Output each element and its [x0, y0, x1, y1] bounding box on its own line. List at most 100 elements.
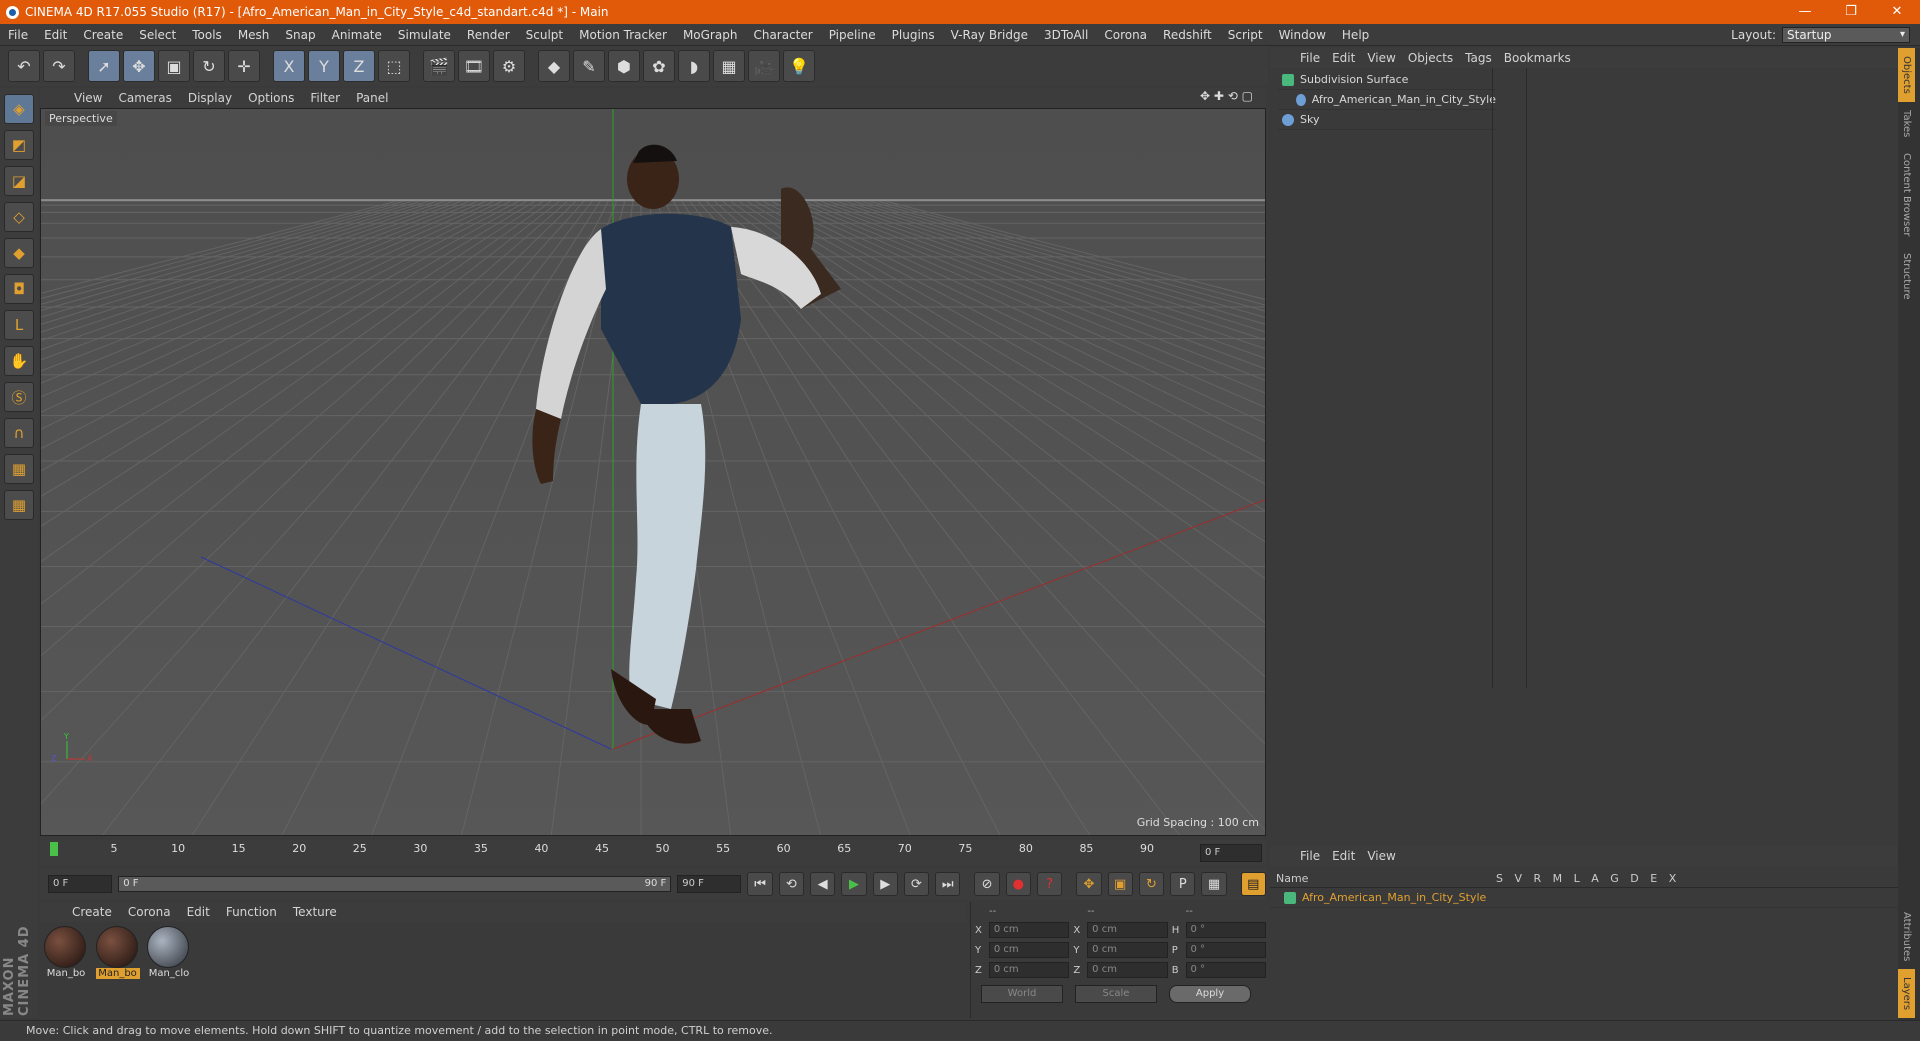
- viewport-nav-icons[interactable]: ✥ ✚ ⟲ ▢: [1200, 89, 1253, 103]
- axis-tool-button[interactable]: ✛: [228, 50, 260, 82]
- next-frame-button[interactable]: ▶: [872, 872, 898, 896]
- menu-file[interactable]: File: [0, 28, 36, 42]
- cube-object-button[interactable]: ◆: [538, 50, 570, 82]
- tab-attributes[interactable]: Attributes: [1898, 904, 1915, 969]
- object-menu-objects[interactable]: Objects: [1402, 51, 1459, 65]
- object-menu-view[interactable]: View: [1361, 51, 1401, 65]
- material-item[interactable]: Man_bo: [95, 926, 140, 979]
- menu-script[interactable]: Script: [1220, 28, 1271, 42]
- viewport-menu-filter[interactable]: Filter: [302, 91, 348, 105]
- object-menu-bookmarks[interactable]: Bookmarks: [1498, 51, 1577, 65]
- left-tool-button-11[interactable]: ▦: [4, 490, 34, 520]
- autokey-button[interactable]: ?: [1036, 872, 1063, 896]
- tab-layers[interactable]: Layers: [1898, 968, 1915, 1018]
- x-axis-lock-button[interactable]: X: [273, 50, 305, 82]
- select-tool-button[interactable]: ➚: [88, 50, 120, 82]
- layer-menu-view[interactable]: View: [1361, 849, 1401, 863]
- menu-redshift[interactable]: Redshift: [1155, 28, 1220, 42]
- timeline-window-button[interactable]: ▤: [1240, 872, 1266, 896]
- current-frame-field[interactable]: 0 F: [1200, 844, 1262, 862]
- material-menu-function[interactable]: Function: [218, 905, 285, 919]
- start-frame-field[interactable]: 0 F: [48, 875, 113, 893]
- left-tool-button-10[interactable]: ▦: [4, 454, 34, 484]
- tab-objects[interactable]: Objects: [1898, 48, 1915, 102]
- menu-sculpt[interactable]: Sculpt: [518, 28, 571, 42]
- cloner-button[interactable]: ✿: [643, 50, 675, 82]
- key-position-button[interactable]: ✥: [1076, 872, 1102, 896]
- move-tool-button[interactable]: ✥: [123, 50, 155, 82]
- layer-menu-file[interactable]: File: [1294, 849, 1326, 863]
- menu-3dtoall[interactable]: 3DToAll: [1036, 28, 1096, 42]
- material-item[interactable]: Man_clo: [147, 926, 191, 979]
- close-button[interactable]: ✕: [1874, 0, 1920, 24]
- go-to-start-button[interactable]: ⏮: [747, 872, 773, 896]
- timeline-ruler[interactable]: 051015202530354045505560657075808590 0 F: [40, 840, 1266, 866]
- redo-button[interactable]: ↷: [43, 50, 75, 82]
- key-scale-button[interactable]: ▣: [1107, 872, 1133, 896]
- left-tool-button-6[interactable]: L: [4, 310, 34, 340]
- coordinate-field[interactable]: 0 °: [1185, 922, 1267, 938]
- coordinate-field[interactable]: 0 cm: [988, 962, 1070, 978]
- menu-animate[interactable]: Animate: [324, 28, 390, 42]
- render-view-button[interactable]: 🎬: [423, 50, 455, 82]
- menu-plugins[interactable]: Plugins: [884, 28, 943, 42]
- menu-corona[interactable]: Corona: [1096, 28, 1155, 42]
- object-menu-tags[interactable]: Tags: [1459, 51, 1498, 65]
- left-tool-button-3[interactable]: ◇: [4, 202, 34, 232]
- menu-motion-tracker[interactable]: Motion Tracker: [571, 28, 675, 42]
- material-menu-edit[interactable]: Edit: [179, 905, 218, 919]
- object-row[interactable]: Subdivision Surface: [1278, 70, 1496, 90]
- scale-tool-button[interactable]: ▣: [158, 50, 190, 82]
- keyframe-selection-button[interactable]: ⊘: [974, 872, 1000, 896]
- material-menu-create[interactable]: Create: [64, 905, 120, 919]
- coordinate-space-dropdown[interactable]: World: [981, 985, 1063, 1003]
- left-tool-button-5[interactable]: ◘: [4, 274, 34, 304]
- left-tool-button-7[interactable]: ✋: [4, 346, 34, 376]
- menu-v-ray-bridge[interactable]: V-Ray Bridge: [943, 28, 1036, 42]
- left-tool-button-4[interactable]: ◆: [4, 238, 34, 268]
- render-settings-button[interactable]: ⚙: [493, 50, 525, 82]
- pen-spline-button[interactable]: ✎: [573, 50, 605, 82]
- layout-dropdown[interactable]: Startup: [1782, 27, 1910, 43]
- left-tool-button-1[interactable]: ◩: [4, 130, 34, 160]
- menu-edit[interactable]: Edit: [36, 28, 75, 42]
- coordinate-field[interactable]: 0 cm: [988, 942, 1070, 958]
- object-menu-edit[interactable]: Edit: [1326, 51, 1361, 65]
- coordinate-system-button[interactable]: ⬚: [378, 50, 410, 82]
- left-tool-button-0[interactable]: ◈: [4, 94, 34, 124]
- coordinate-field[interactable]: 0 cm: [1087, 942, 1168, 958]
- viewport-menu-options[interactable]: Options: [240, 91, 302, 105]
- menu-mesh[interactable]: Mesh: [230, 28, 278, 42]
- playhead[interactable]: [50, 842, 58, 856]
- material-menu-texture[interactable]: Texture: [285, 905, 345, 919]
- tab-takes[interactable]: Takes: [1898, 102, 1915, 145]
- size-mode-dropdown[interactable]: Scale: [1075, 985, 1157, 1003]
- object-menu-file[interactable]: File: [1294, 51, 1326, 65]
- menu-window[interactable]: Window: [1271, 28, 1334, 42]
- menu-character[interactable]: Character: [745, 28, 820, 42]
- menu-pipeline[interactable]: Pipeline: [821, 28, 884, 42]
- object-row[interactable]: Sky: [1278, 110, 1496, 130]
- deformer-button[interactable]: ◗: [678, 50, 710, 82]
- viewport-menu-display[interactable]: Display: [180, 91, 240, 105]
- go-to-end-button[interactable]: ⏭: [935, 872, 961, 896]
- menu-select[interactable]: Select: [131, 28, 184, 42]
- left-tool-button-2[interactable]: ◪: [4, 166, 34, 196]
- z-axis-lock-button[interactable]: Z: [343, 50, 375, 82]
- coordinate-field[interactable]: 0 cm: [1087, 962, 1168, 978]
- end-frame-field[interactable]: 90 F: [677, 875, 742, 893]
- frame-range-slider[interactable]: 0 F 90 F: [118, 876, 672, 892]
- render-picture-viewer-button[interactable]: 🎞: [458, 50, 490, 82]
- previous-frame-button[interactable]: ◀: [810, 872, 836, 896]
- viewport-menu-panel[interactable]: Panel: [348, 91, 396, 105]
- coordinate-field[interactable]: 0 °: [1185, 942, 1267, 958]
- key-param-button[interactable]: P: [1170, 872, 1196, 896]
- menu-tools[interactable]: Tools: [184, 28, 230, 42]
- menu-help[interactable]: Help: [1334, 28, 1377, 42]
- menu-render[interactable]: Render: [459, 28, 518, 42]
- floor-button[interactable]: ▦: [713, 50, 745, 82]
- rotate-tool-button[interactable]: ↻: [193, 50, 225, 82]
- viewport-menu-cameras[interactable]: Cameras: [110, 91, 179, 105]
- material-menu-corona[interactable]: Corona: [120, 905, 179, 919]
- loop-button[interactable]: ⟳: [903, 872, 930, 896]
